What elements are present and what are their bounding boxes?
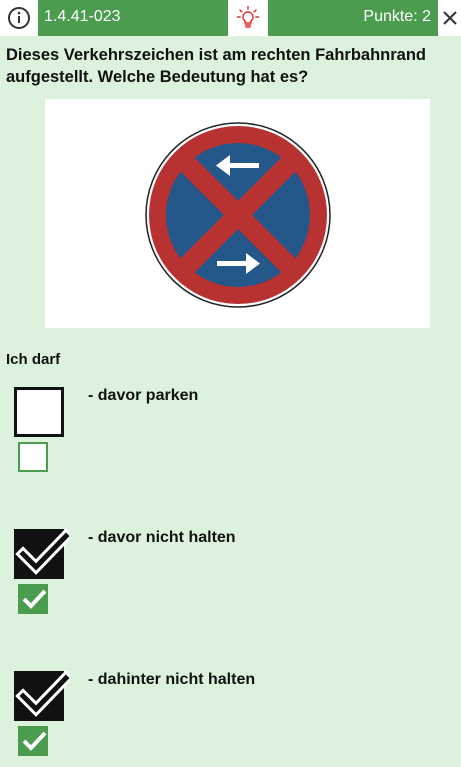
lightbulb-icon bbox=[236, 5, 260, 28]
hint-button[interactable] bbox=[228, 0, 268, 36]
question-code: 1.4.41-023 bbox=[44, 8, 121, 25]
sign-image-panel bbox=[45, 99, 430, 328]
close-icon bbox=[442, 11, 457, 25]
answer-checkbox[interactable] bbox=[14, 670, 74, 721]
top-bar: 1.4.41-023 Punkte: 2 bbox=[0, 0, 461, 36]
score-bar: Punkte: 2 bbox=[268, 0, 438, 36]
solution-checkbox bbox=[18, 442, 48, 472]
answer-text: - davor parken bbox=[88, 387, 199, 404]
info-button[interactable] bbox=[0, 0, 38, 36]
answer-text: - dahinter nicht halten bbox=[88, 671, 256, 688]
answer-checkbox[interactable] bbox=[14, 387, 64, 437]
question-text: Dieses Verkehrszeichen ist am rechten Fa… bbox=[6, 46, 427, 86]
solution-checkbox bbox=[18, 584, 48, 614]
info-icon bbox=[8, 7, 30, 29]
absolute-halt-prohibition-sign bbox=[145, 122, 331, 308]
close-button[interactable] bbox=[438, 0, 461, 36]
answer-checkbox[interactable] bbox=[14, 528, 74, 579]
answer-prompt: Ich darf bbox=[6, 351, 61, 368]
answer-text: - davor nicht halten bbox=[88, 529, 236, 546]
question-code-bar: 1.4.41-023 bbox=[38, 0, 228, 36]
solution-checkbox bbox=[18, 726, 48, 756]
score-label: Punkte: 2 bbox=[363, 8, 431, 25]
